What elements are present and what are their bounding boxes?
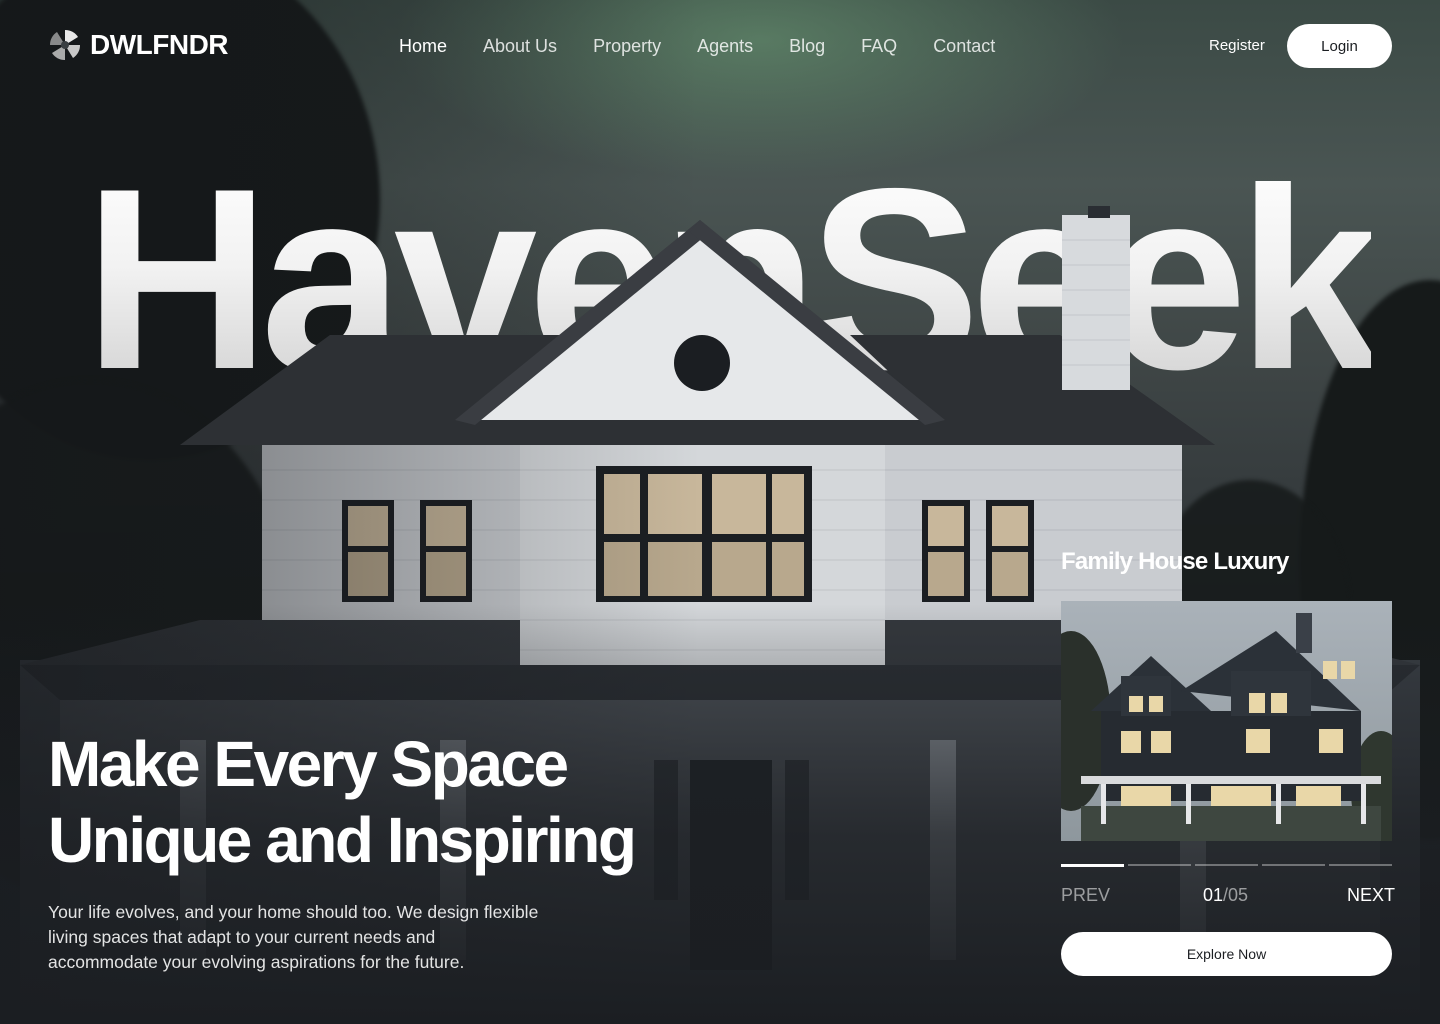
brand-logo[interactable]: DWLFNDR: [48, 28, 229, 62]
featured-property-image[interactable]: [1061, 601, 1392, 841]
slide-counter: 01/05: [1203, 885, 1248, 906]
slide-indicator-1[interactable]: [1061, 864, 1124, 867]
slide-total: 05: [1228, 885, 1249, 905]
pinwheel-logo-icon: [48, 28, 82, 62]
nav-faq[interactable]: FAQ: [861, 34, 897, 58]
nav-agents[interactable]: Agents: [697, 34, 753, 58]
top-navigation: DWLFNDR Home About Us Property Agents Bl…: [0, 0, 1440, 92]
hero-headline: Make Every Space Unique and Inspiring: [48, 726, 688, 878]
slide-indicator-5[interactable]: [1329, 864, 1392, 866]
nav-contact[interactable]: Contact: [933, 34, 995, 58]
prev-button[interactable]: PREV: [1061, 885, 1110, 906]
hero-description: Your life evolves, and your home should …: [48, 902, 539, 972]
brand-name: DWLFNDR: [90, 29, 229, 60]
slide-indicator-4[interactable]: [1262, 864, 1325, 866]
featured-property-title: Family House Luxury: [1061, 548, 1289, 575]
nav-about-us[interactable]: About Us: [483, 34, 557, 58]
slide-indicator-2[interactable]: [1128, 864, 1191, 866]
property-thumbnail: [1061, 601, 1392, 841]
slide-progress-bar: [1061, 864, 1392, 867]
next-button[interactable]: NEXT: [1347, 885, 1395, 906]
headline-line-2: Unique and Inspiring: [48, 804, 637, 876]
headline-line-1: Make Every Space: [48, 728, 569, 800]
slide-current: 01: [1203, 885, 1224, 905]
login-button[interactable]: Login: [1287, 24, 1392, 68]
main-menu: Home About Us Property Agents Blog FAQ C…: [399, 34, 1031, 58]
nav-blog[interactable]: Blog: [789, 34, 825, 58]
register-link[interactable]: Register: [1209, 37, 1265, 54]
nav-property[interactable]: Property: [593, 34, 661, 58]
slide-indicator-3[interactable]: [1195, 864, 1258, 866]
explore-now-button[interactable]: Explore Now: [1061, 932, 1392, 976]
nav-home[interactable]: Home: [399, 34, 447, 58]
